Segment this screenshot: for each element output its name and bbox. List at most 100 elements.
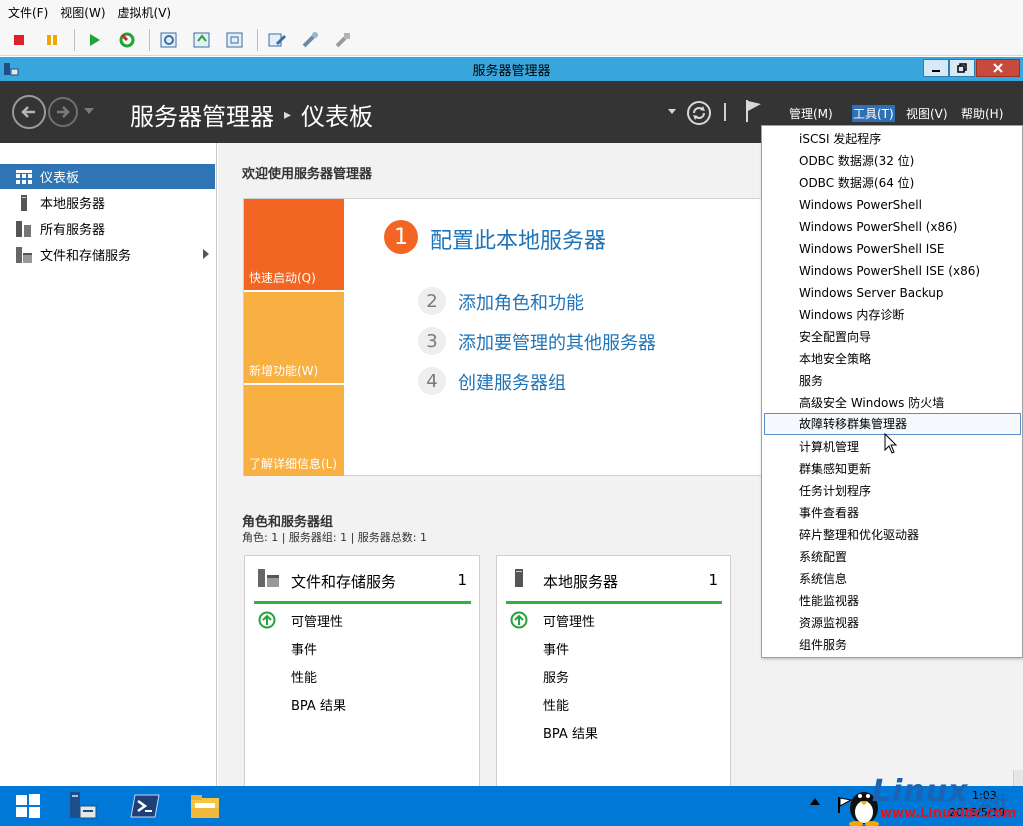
tools-item-event-viewer[interactable]: 事件查看器 — [762, 502, 1022, 524]
card-row-events[interactable]: 事件 — [291, 639, 317, 658]
play-icon[interactable] — [81, 27, 107, 53]
server-icon — [16, 194, 32, 211]
snapshot-icon[interactable] — [156, 27, 182, 53]
ctrl-alt-del-icon[interactable] — [264, 27, 290, 53]
step-link-add-roles[interactable]: 添加角色和功能 — [458, 289, 584, 315]
stop-icon[interactable] — [6, 27, 32, 53]
tools-item-security-wizard[interactable]: 安全配置向导 — [762, 326, 1022, 348]
sidebar-item-dashboard[interactable]: 仪表板 — [0, 164, 215, 189]
role-card-local-server[interactable]: 本地服务器 1 可管理性 事件 服务 性能 BPA 结果 — [496, 555, 731, 790]
tile-quick-start[interactable]: 快速启动(Q) — [244, 199, 344, 290]
notifications-flag-icon[interactable] — [744, 98, 764, 124]
restore-button[interactable] — [949, 59, 975, 77]
powershell-icon — [130, 794, 160, 818]
tools-item-system-information[interactable]: 系统信息 — [762, 568, 1022, 590]
tools-item-server-backup[interactable]: Windows Server Backup — [762, 282, 1022, 304]
breadcrumb: 服务器管理器 ▸ 仪表板 — [130, 97, 373, 132]
menu-manage[interactable]: 管理(M) — [789, 105, 833, 122]
taskbar-server-manager[interactable] — [60, 786, 106, 826]
settings-icon[interactable] — [297, 27, 323, 53]
status-ok-icon — [258, 611, 276, 632]
role-card-file-storage[interactable]: 文件和存储服务 1 可管理性 事件 性能 BPA 结果 — [244, 555, 480, 790]
tools-item-resource-monitor[interactable]: 资源监视器 — [762, 612, 1022, 634]
sidebar-item-all-servers[interactable]: 所有服务器 — [0, 216, 215, 241]
tools-item-cluster-aware-updating[interactable]: 群集感知更新 — [762, 458, 1022, 480]
step-number-4: 4 — [418, 367, 446, 395]
dashboard-icon — [16, 169, 32, 185]
tools-item-iscsi[interactable]: iSCSI 发起程序 — [762, 128, 1022, 150]
tray-chevron-up-icon[interactable] — [810, 797, 820, 805]
breadcrumb-root[interactable]: 服务器管理器 — [130, 97, 274, 132]
tools-item-firewall[interactable]: 高级安全 Windows 防火墙 — [762, 392, 1022, 414]
sidebar-item-local-server[interactable]: 本地服务器 — [0, 190, 215, 215]
card-row-services[interactable]: 服务 — [543, 667, 569, 686]
card-row-performance[interactable]: 性能 — [543, 695, 569, 714]
menu-tools[interactable]: 工具(T) — [852, 105, 895, 122]
tools-item-powershell-x86[interactable]: Windows PowerShell (x86) — [762, 216, 1022, 238]
status-bar — [506, 601, 722, 604]
arrow-right-icon — [57, 106, 70, 118]
reset-icon[interactable] — [114, 27, 140, 53]
status-bar — [254, 601, 471, 604]
tools-item-powershell-ise[interactable]: Windows PowerShell ISE — [762, 238, 1022, 260]
start-button[interactable] — [8, 786, 48, 826]
mouse-cursor-icon — [884, 433, 898, 454]
card-row-bpa[interactable]: BPA 结果 — [543, 723, 598, 742]
tools-item-system-configuration[interactable]: 系统配置 — [762, 546, 1022, 568]
card-row-manageability[interactable]: 可管理性 — [543, 611, 595, 630]
taskbar-powershell[interactable] — [122, 786, 168, 826]
step-link-configure-local-server[interactable]: 配置此本地服务器 — [430, 223, 606, 255]
tile-learn-more[interactable]: 了解详细信息(L) — [244, 385, 344, 476]
close-button[interactable] — [976, 59, 1020, 77]
file-storage-icon — [258, 569, 280, 590]
card-count: 1 — [457, 571, 467, 589]
revert-icon[interactable] — [189, 27, 215, 53]
tools-item-memory-diagnostic[interactable]: Windows 内存诊断 — [762, 304, 1022, 326]
tools-item-powershell-ise-x86[interactable]: Windows PowerShell ISE (x86) — [762, 260, 1022, 282]
tools-item-local-security-policy[interactable]: 本地安全策略 — [762, 348, 1022, 370]
tools-item-services[interactable]: 服务 — [762, 370, 1022, 392]
step-link-create-group[interactable]: 创建服务器组 — [458, 369, 566, 395]
minimize-button[interactable] — [923, 59, 949, 77]
back-button[interactable] — [12, 95, 46, 129]
card-row-manageability[interactable]: 可管理性 — [291, 611, 343, 630]
pause-icon[interactable] — [39, 27, 65, 53]
taskbar-file-explorer[interactable] — [182, 786, 228, 826]
tile-whats-new[interactable]: 新增功能(W) — [244, 292, 344, 383]
tools-item-odbc64[interactable]: ODBC 数据源(64 位) — [762, 172, 1022, 194]
tools-item-task-scheduler[interactable]: 任务计划程序 — [762, 480, 1022, 502]
chevron-right-icon[interactable] — [203, 249, 209, 259]
refresh-icon[interactable] — [686, 100, 712, 126]
menu-help[interactable]: 帮助(H) — [961, 105, 1003, 122]
tools-item-failover-cluster-manager[interactable]: 故障转移群集管理器 — [764, 413, 1021, 435]
tools-icon[interactable] — [330, 27, 356, 53]
sidebar-item-label: 本地服务器 — [40, 197, 106, 212]
chevron-down-icon[interactable] — [84, 108, 94, 114]
sidebar-item-file-storage[interactable]: 文件和存储服务 — [0, 242, 215, 267]
tools-item-defragment[interactable]: 碎片整理和优化驱动器 — [762, 524, 1022, 546]
vm-menu-file[interactable]: 文件(F) — [8, 4, 48, 21]
vm-menu-view[interactable]: 视图(W) — [60, 4, 105, 21]
sidebar-item-label: 仪表板 — [40, 171, 80, 186]
card-row-events[interactable]: 事件 — [543, 639, 569, 658]
card-row-bpa[interactable]: BPA 结果 — [291, 695, 346, 714]
file-storage-icon — [16, 246, 32, 263]
tools-item-component-services[interactable]: 组件服务 — [762, 634, 1022, 656]
step-link-add-servers[interactable]: 添加要管理的其他服务器 — [458, 329, 656, 355]
tools-item-performance-monitor[interactable]: 性能监视器 — [762, 590, 1022, 612]
chevron-down-icon[interactable] — [668, 109, 676, 114]
card-title[interactable]: 本地服务器 — [543, 571, 618, 592]
card-row-performance[interactable]: 性能 — [291, 667, 317, 686]
tile-label: 快速启动(Q) — [249, 271, 316, 285]
tools-item-odbc32[interactable]: ODBC 数据源(32 位) — [762, 150, 1022, 172]
header-divider — [724, 103, 726, 121]
manage-snapshots-icon[interactable] — [222, 27, 248, 53]
forward-button[interactable] — [48, 97, 78, 127]
vm-menubar: 文件(F) 视图(W) 虚拟机(V) — [0, 0, 1023, 24]
card-title[interactable]: 文件和存储服务 — [291, 571, 396, 592]
menu-view[interactable]: 视图(V) — [906, 105, 948, 122]
tools-dropdown-menu: iSCSI 发起程序 ODBC 数据源(32 位) ODBC 数据源(64 位)… — [761, 125, 1023, 658]
vm-menu-vm[interactable]: 虚拟机(V) — [118, 4, 172, 21]
tools-item-powershell[interactable]: Windows PowerShell — [762, 194, 1022, 216]
windows-logo-icon — [16, 794, 40, 818]
